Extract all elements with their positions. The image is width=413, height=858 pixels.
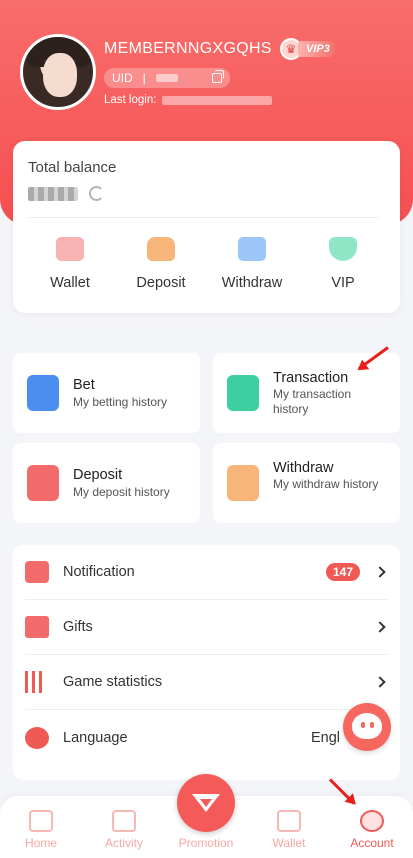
uid-separator: | (142, 71, 146, 85)
withdraw-subtitle: My withdraw history (273, 477, 379, 491)
gift-icon (25, 616, 49, 638)
tab-home-label: Home (24, 836, 57, 850)
refresh-icon[interactable] (89, 186, 104, 201)
menu-notification[interactable]: Notification 147 (25, 545, 388, 600)
menu-language[interactable]: Language Engl (25, 710, 388, 765)
balance-value-redacted (28, 187, 78, 201)
last-login-value-redacted (162, 95, 273, 105)
tab-account[interactable]: Account (342, 810, 402, 850)
vip-level: VIP3 (298, 41, 336, 57)
tab-promotion-label: Promotion (178, 836, 234, 850)
promotion-icon (192, 794, 220, 812)
balance-card: Total balance Wallet Deposit Withdraw VI… (13, 141, 400, 313)
activity-icon (112, 810, 136, 832)
menu-game-statistics[interactable]: Game statistics (25, 655, 388, 710)
transaction-title: Transaction (273, 370, 349, 386)
uid-pill: UID | (104, 68, 230, 88)
quick-wallet-label: Wallet (50, 275, 90, 291)
bet-subtitle: My betting history (73, 395, 168, 409)
transaction-history-card[interactable]: Transaction My transaction history (213, 353, 400, 433)
quick-deposit-label: Deposit (136, 275, 186, 291)
promotion-button[interactable] (177, 774, 235, 832)
globe-icon (25, 726, 49, 749)
account-icon (360, 810, 384, 832)
quick-deposit[interactable]: Deposit (126, 237, 196, 291)
wallet-icon (56, 237, 84, 261)
quick-withdraw[interactable]: Withdraw (217, 237, 287, 291)
gifts-label: Gifts (63, 619, 93, 635)
withdraw-history-icon (227, 465, 259, 501)
language-label: Language (63, 729, 128, 746)
username: MEMBERNNGXGQHS (104, 40, 272, 57)
deposit-history-icon (27, 465, 59, 501)
copy-icon[interactable] (212, 70, 224, 83)
bet-title: Bet (73, 377, 95, 393)
withdraw-icon (238, 237, 266, 261)
quick-wallet[interactable]: Wallet (35, 237, 105, 291)
chevron-right-icon (374, 621, 386, 633)
game-statistics-label: Game statistics (63, 674, 163, 690)
divider (28, 217, 378, 218)
quick-withdraw-label: Withdraw (221, 275, 283, 291)
deposit-history-card[interactable]: Deposit My deposit history (13, 443, 200, 523)
tab-account-label: Account (350, 836, 394, 850)
bet-history-card[interactable]: Bet My betting history (13, 353, 200, 433)
vip-badge[interactable]: ♛ VIP3 (280, 38, 336, 60)
withdraw-title: Withdraw (273, 460, 334, 476)
total-balance-label: Total balance (28, 159, 117, 176)
tab-wallet-label: Wallet (272, 836, 306, 850)
bell-icon (25, 561, 49, 583)
transaction-subtitle: My transaction history (273, 387, 352, 416)
tab-promotion[interactable]: Promotion (176, 836, 236, 850)
withdraw-history-card[interactable]: Withdraw My withdraw history (213, 443, 400, 523)
uid-value-redacted (155, 74, 178, 82)
menu-gifts[interactable]: Gifts (25, 600, 388, 655)
last-login-label: Last login: (104, 94, 157, 106)
stats-icon (25, 671, 49, 693)
avatar[interactable] (20, 34, 96, 110)
vip-icon (329, 237, 357, 261)
transaction-icon (227, 375, 259, 411)
notification-label: Notification (63, 564, 135, 580)
uid-label: UID (112, 71, 133, 85)
quick-vip[interactable]: VIP (308, 237, 378, 291)
tab-home[interactable]: Home (11, 810, 71, 850)
tab-activity[interactable]: Activity (94, 810, 154, 850)
language-value: Engl (310, 729, 340, 746)
deposit-title: Deposit (73, 467, 123, 483)
customer-service-icon[interactable] (343, 703, 391, 751)
wallet-icon (277, 810, 301, 832)
deposit-subtitle: My deposit history (73, 485, 170, 499)
quick-vip-label: VIP (331, 275, 355, 291)
tab-wallet[interactable]: Wallet (259, 810, 319, 850)
tab-activity-label: Activity (104, 836, 143, 850)
settings-menu: Notification 147 Gifts Game statistics L… (13, 545, 400, 780)
notification-count-badge: 147 (325, 563, 360, 581)
bet-history-icon (27, 375, 59, 411)
deposit-icon (147, 237, 175, 261)
chevron-right-icon (374, 676, 386, 688)
last-login: Last login: (104, 94, 273, 106)
chevron-right-icon (374, 566, 386, 578)
home-icon (29, 810, 53, 832)
